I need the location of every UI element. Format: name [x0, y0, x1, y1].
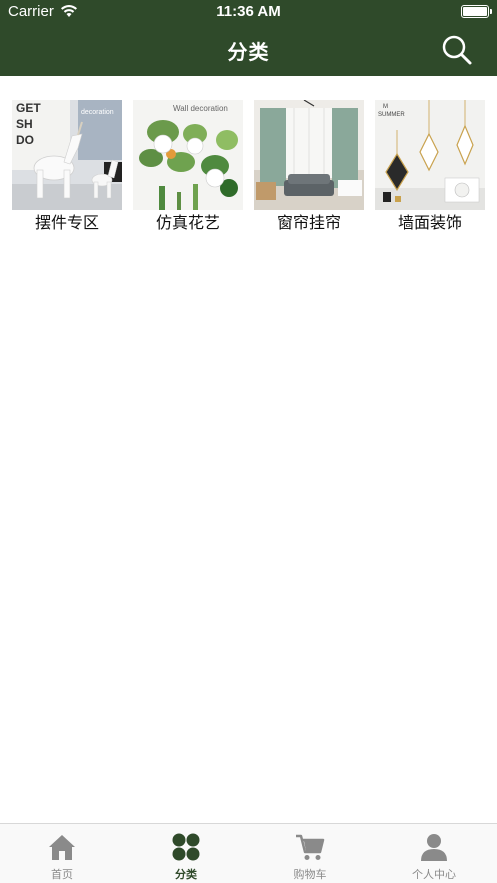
home-icon: [49, 835, 75, 860]
tab-label: 分类: [175, 868, 197, 881]
status-bar: Carrier 11:36 AM: [0, 0, 497, 24]
grid-icon: [172, 833, 200, 861]
wall-decor-image: M SUMMER: [375, 100, 485, 210]
tab-bar: 首页 分类 购物车 个人中心: [0, 823, 497, 883]
app-screen: Carrier 11:36 AM 分类 GET SH DO decoration…: [0, 0, 497, 883]
category-label: 仿真花艺: [155, 213, 220, 232]
tab-category[interactable]: 分类: [124, 824, 248, 883]
category-item-artificial-flowers[interactable]: Wall decoration 仿真花艺: [133, 100, 243, 240]
person-icon: [421, 834, 447, 861]
category-item-curtains[interactable]: 窗帘挂帘: [254, 100, 364, 240]
svg-text:decoration: decoration: [81, 109, 114, 116]
category-item-ornaments[interactable]: GET SH DO decoration 摆件专区: [12, 100, 122, 240]
svg-text:SH: SH: [16, 117, 33, 131]
svg-text:SUMMER: SUMMER: [378, 112, 405, 118]
category-label: 摆件专区: [34, 213, 99, 232]
tab-label: 购物车: [293, 868, 327, 881]
category-label: 窗帘挂帘: [276, 213, 341, 232]
category-grid: GET SH DO decoration 摆件专区 Wall decoratio…: [0, 100, 497, 240]
svg-text:Wall decoration: Wall decoration: [173, 104, 228, 113]
category-item-wall-decor[interactable]: M SUMMER 墙面装饰: [375, 100, 485, 240]
tab-profile[interactable]: 个人中心: [372, 824, 496, 883]
category-thumbnail: GET SH DO decoration: [12, 100, 122, 210]
category-thumbnail: M SUMMER: [375, 100, 485, 210]
svg-text:DO: DO: [16, 133, 34, 147]
tab-label: 个人中心: [412, 868, 456, 881]
header: Carrier 11:36 AM 分类: [0, 0, 497, 76]
clock: 11:36 AM: [216, 3, 281, 20]
category-thumbnail: [254, 100, 364, 210]
search-icon: [442, 35, 472, 65]
category-label: 墙面装饰: [397, 213, 462, 232]
category-thumbnail: Wall decoration: [133, 100, 243, 210]
tab-label: 首页: [51, 868, 73, 881]
artificial-flowers-image: Wall decoration: [133, 100, 243, 210]
svg-text:M: M: [383, 104, 388, 110]
page-title: 分类: [227, 40, 270, 64]
battery-icon: [461, 5, 492, 18]
ornament-image: GET SH DO decoration: [12, 100, 122, 210]
tab-cart[interactable]: 购物车: [248, 824, 372, 883]
svg-text:GET: GET: [16, 101, 41, 115]
tab-home[interactable]: 首页: [0, 824, 124, 883]
search-button[interactable]: [441, 34, 473, 66]
cart-icon: [296, 834, 325, 860]
curtains-image: [254, 100, 364, 210]
